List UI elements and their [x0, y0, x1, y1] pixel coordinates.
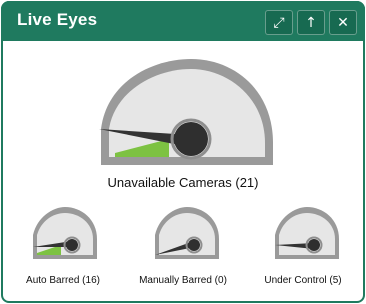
- close-icon: ✕: [337, 14, 349, 31]
- main-gauge: [99, 59, 273, 165]
- gauges-svg: [33, 59, 339, 259]
- close-button[interactable]: ✕: [329, 10, 357, 35]
- move-up-button[interactable]: ↑: [297, 10, 325, 35]
- small-gauge-1-hub: [66, 239, 78, 251]
- small-gauge-3: [275, 207, 339, 259]
- widget-header: Live Eyes ⤢ ↑ ✕: [1, 1, 365, 41]
- widget-body: Unavailable Cameras (21) Auto Barred (16…: [3, 41, 363, 301]
- main-gauge-hub: [174, 122, 208, 156]
- expand-icon: ⤢: [273, 14, 285, 31]
- small-gauge-1-label: Auto Barred (16): [26, 275, 100, 286]
- small-gauge-1: [33, 207, 97, 259]
- expand-button[interactable]: ⤢: [265, 10, 293, 35]
- small-gauge-3-label: Under Control (5): [264, 275, 342, 286]
- live-eyes-widget: Live Eyes ⤢ ↑ ✕ Unavailable Cameras (21)…: [1, 1, 365, 303]
- small-gauge-2: [155, 207, 219, 259]
- small-gauge-2-label: Manually Barred (0): [139, 275, 227, 286]
- widget-title: Live Eyes: [17, 10, 98, 29]
- small-gauge-2-hub: [188, 239, 200, 251]
- arrow-up-icon: ↑: [305, 14, 317, 31]
- small-gauge-3-hub: [308, 239, 320, 251]
- main-gauge-label: Unavailable Cameras (21): [107, 175, 259, 190]
